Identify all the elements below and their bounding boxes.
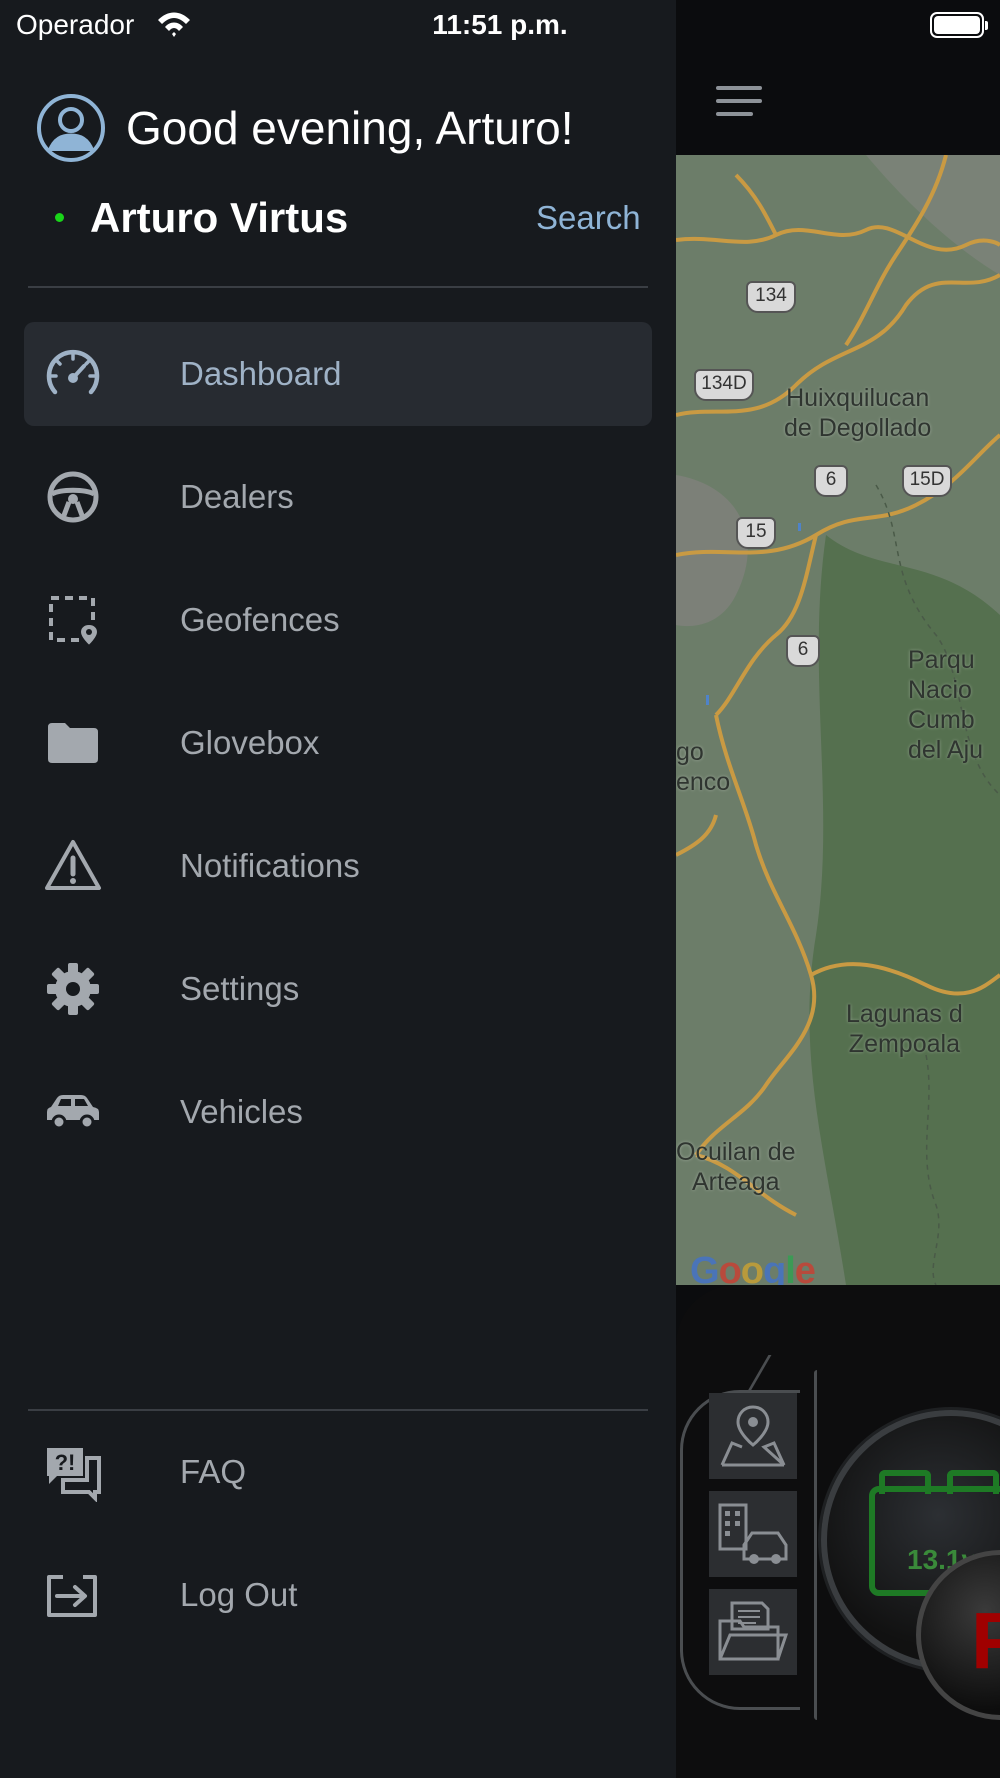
dashboard-panel: 13.1v F — [676, 1285, 1000, 1778]
menu-item-label: Dealers — [180, 478, 294, 515]
road-shield: 134 — [746, 281, 796, 313]
svg-text:?!: ?! — [55, 1450, 76, 1475]
fuel-gauge-letter: F — [971, 1596, 1000, 1685]
menu-item-label: Log Out — [180, 1576, 298, 1613]
search-link[interactable]: Search — [536, 199, 641, 237]
google-attribution: Google — [690, 1250, 816, 1285]
user-row: Arturo Virtus Search — [0, 190, 676, 246]
status-time: 11:51 p.m. — [432, 9, 568, 40]
map-label: go enco — [676, 738, 731, 796]
documents-tab[interactable] — [709, 1589, 797, 1675]
map-label: Lagunas d Zempoala — [846, 1000, 963, 1058]
menu-item-vehicles[interactable]: Vehicles — [24, 1060, 652, 1164]
menu-item-dealers[interactable]: Dealers — [24, 445, 652, 549]
menu-item-settings[interactable]: Settings — [24, 937, 652, 1041]
map-label: Huixquilucan de Degollado — [784, 384, 932, 442]
road-shield: 6 — [814, 465, 848, 497]
battery-indicator-icon — [930, 12, 988, 38]
greeting-header: Good evening, Arturo! — [36, 92, 574, 164]
gear-icon — [42, 958, 104, 1020]
menu-item-dashboard[interactable]: Dashboard — [24, 322, 652, 426]
map-label: Parqu Nacio Cumb del Aju — [908, 646, 984, 764]
geofence-icon — [42, 589, 104, 651]
folder-icon — [42, 712, 104, 774]
faq-icon: ?! — [42, 1441, 104, 1503]
menu-item-label: Dashboard — [180, 355, 342, 392]
greeting-text: Good evening, Arturo! — [126, 102, 574, 154]
menu-item-label: Notifications — [180, 847, 360, 884]
menu-item-label: Geofences — [180, 601, 340, 638]
road-shield: 134D — [694, 369, 754, 401]
menu-item-log-out[interactable]: Log Out — [24, 1543, 652, 1647]
speedometer-icon — [42, 343, 104, 405]
menu-item-label: FAQ — [180, 1453, 247, 1490]
menu-item-label: Glovebox — [180, 724, 320, 761]
navigation-drawer: Good evening, Arturo! Arturo Virtus Sear… — [0, 0, 676, 1778]
avatar[interactable] — [36, 93, 106, 163]
side-tab-group — [680, 1390, 800, 1710]
menu-item-label: Vehicles — [180, 1093, 303, 1130]
car-icon — [42, 1081, 104, 1143]
road-shield: 15D — [902, 465, 952, 497]
logout-icon — [42, 1564, 104, 1626]
menu-item-faq[interactable]: ?! FAQ — [24, 1420, 652, 1524]
road-shield: 6 — [786, 635, 820, 667]
divider — [28, 1409, 648, 1411]
steering-wheel-icon — [42, 466, 104, 528]
map-view[interactable]: Huixquilucan de Degollado Parqu Nacio Cu… — [676, 155, 1000, 1285]
menu-item-glovebox[interactable]: Glovebox — [24, 691, 652, 795]
menu-item-notifications[interactable]: Notifications — [24, 814, 652, 918]
documents-folder-icon — [718, 1601, 789, 1661]
menu-item-geofences[interactable]: Geofences — [24, 568, 652, 672]
divider — [28, 286, 648, 288]
online-status-dot — [55, 213, 64, 222]
map-pin-icon — [720, 1405, 786, 1467]
map-label: Ocuilan de Arteaga — [676, 1138, 796, 1196]
status-bar: Operador 11:51 p.m. — [0, 0, 1000, 52]
warning-icon — [42, 835, 104, 897]
hamburger-menu-icon[interactable] — [716, 86, 762, 120]
map-location-tab[interactable] — [709, 1393, 797, 1479]
dealer-building-icon — [718, 1503, 788, 1564]
dealer-tab[interactable] — [709, 1491, 797, 1577]
menu-item-label: Settings — [180, 970, 300, 1007]
road-shield: 15 — [736, 517, 776, 549]
user-name: Arturo Virtus — [90, 194, 349, 241]
